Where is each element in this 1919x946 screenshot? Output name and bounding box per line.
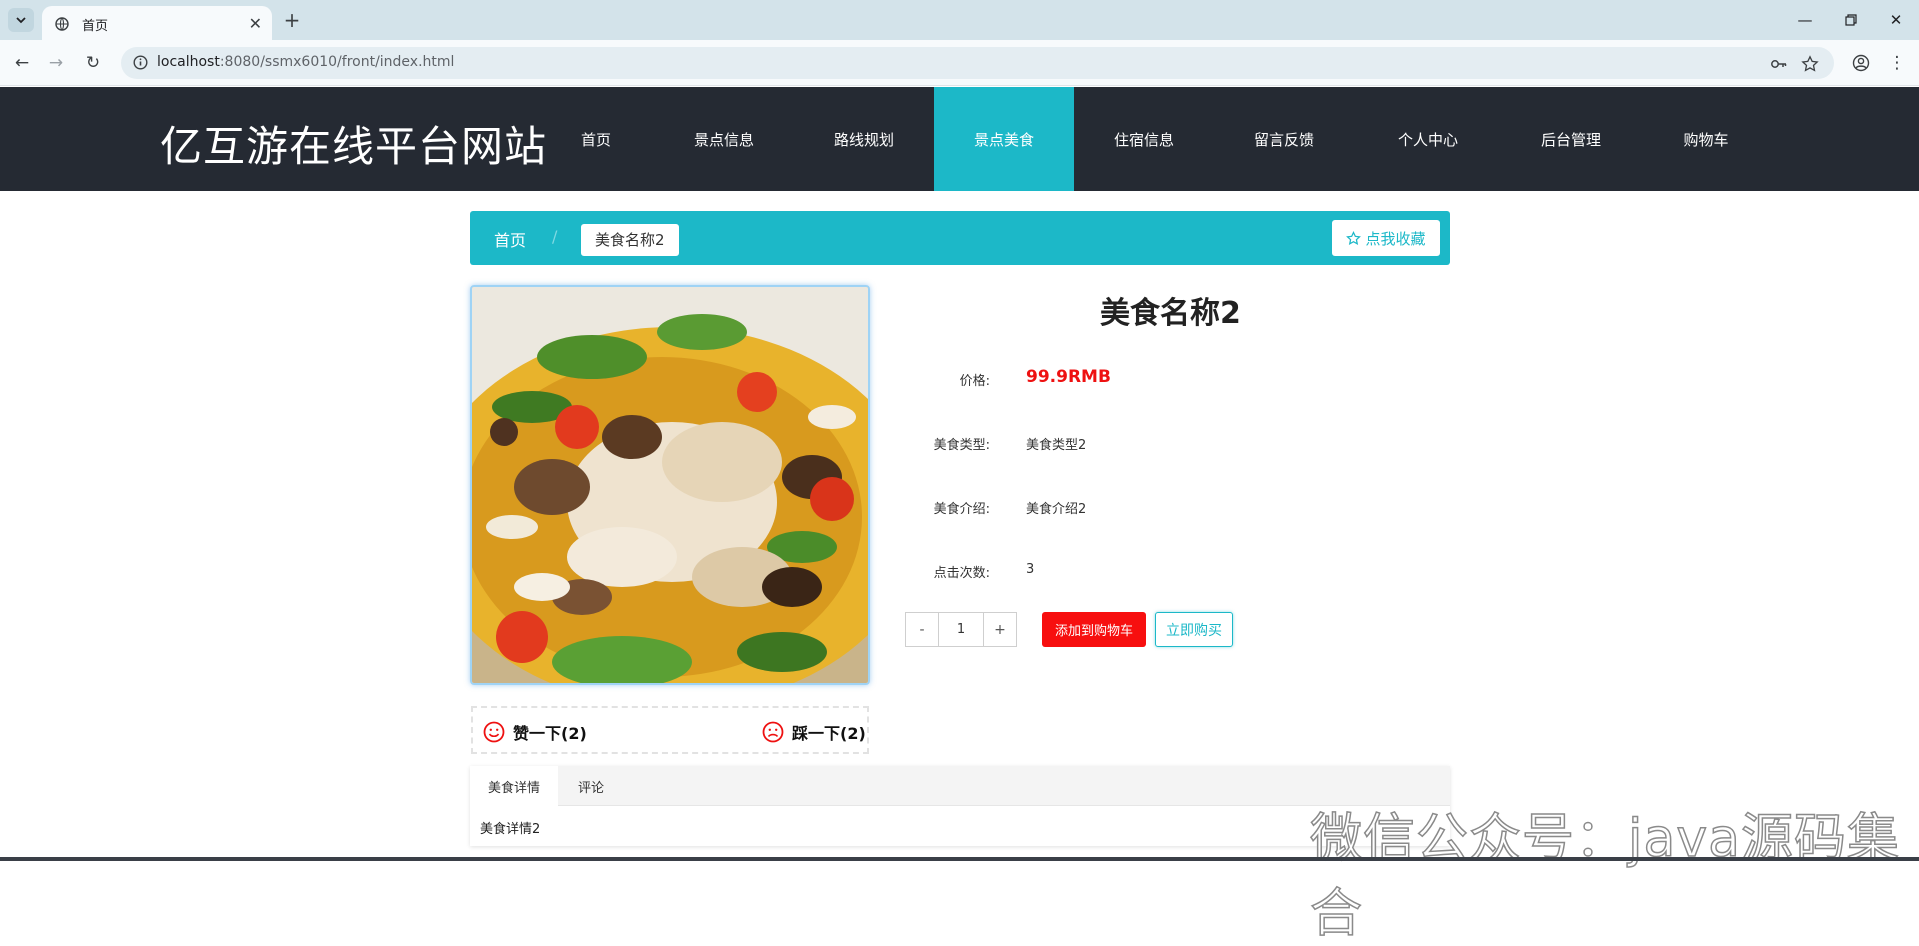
price-value: 99.9RMB	[1026, 367, 1111, 387]
frown-icon	[762, 721, 784, 743]
reload-icon[interactable]: ↻	[81, 51, 105, 75]
quantity-decrease-button[interactable]: -	[905, 612, 939, 647]
clicks-value: 3	[1026, 562, 1035, 577]
browser-toolbar: ← → ↻ localhost:8080/ssmx6010/front/inde…	[0, 40, 1919, 86]
detail-tab-panel: 美食详情 评论 美食详情2	[470, 766, 1450, 846]
nav-routes[interactable]: 路线规划	[818, 87, 910, 191]
site-brand: 亿互游在线平台网站	[160, 122, 548, 171]
smile-icon	[483, 721, 505, 743]
favorite-label: 点我收藏	[1365, 229, 1426, 248]
vote-box: 赞一下(2) 踩一下(2)	[471, 706, 869, 754]
nav-attractions[interactable]: 景点信息	[678, 87, 770, 191]
product-title: 美食名称2	[1100, 296, 1241, 331]
price-label: 价格:	[959, 374, 990, 389]
bookmark-star-icon[interactable]	[1801, 55, 1819, 73]
back-icon[interactable]: ←	[10, 51, 34, 75]
close-window-icon[interactable]: ✕	[1876, 6, 1916, 34]
restore-icon[interactable]	[1831, 6, 1871, 34]
dislike-label: 踩一下(2)	[792, 724, 866, 743]
breadcrumb-current: 美食名称2	[581, 224, 679, 256]
product-image[interactable]	[470, 285, 870, 685]
intro-value: 美食介绍2	[1026, 502, 1087, 517]
clicks-label: 点击次数:	[933, 566, 990, 581]
url-path: :8080/ssmx6010/front/index.html	[219, 54, 455, 70]
watermark-text: 微信公众号：java源码集合	[1309, 808, 1900, 945]
tab-food-details[interactable]: 美食详情	[470, 766, 559, 807]
site-info-icon[interactable]	[133, 55, 148, 74]
breadcrumb: 首页 / 美食名称2 点我收藏	[470, 211, 1450, 265]
quantity-stepper: - 1 +	[905, 612, 1017, 647]
site-header: 亿互游在线平台网站 首页 景点信息 路线规划 景点美食 住宿信息 留言反馈 个人…	[0, 87, 1919, 191]
breadcrumb-separator: /	[552, 227, 558, 246]
favorite-button[interactable]: 点我收藏	[1332, 220, 1440, 256]
browser-tabstrip: 首页 ✕ + — ✕	[0, 0, 1919, 40]
buy-now-button[interactable]: 立即购买	[1155, 612, 1233, 647]
tab-comments[interactable]: 评论	[560, 766, 622, 807]
password-key-icon[interactable]	[1770, 55, 1788, 73]
quantity-increase-button[interactable]: +	[983, 612, 1017, 647]
chevron-down-icon	[16, 17, 26, 24]
breadcrumb-home[interactable]: 首页	[494, 227, 526, 251]
new-tab-icon[interactable]: +	[280, 8, 304, 32]
forward-icon[interactable]: →	[44, 51, 68, 75]
nav-lodging[interactable]: 住宿信息	[1098, 87, 1190, 191]
nav-admin[interactable]: 后台管理	[1525, 87, 1617, 191]
type-label: 美食类型:	[933, 438, 990, 453]
url-host: localhost	[157, 54, 220, 70]
profile-icon[interactable]	[1849, 51, 1873, 75]
like-label: 赞一下(2)	[513, 724, 587, 743]
globe-icon	[55, 16, 69, 35]
browser-tab[interactable]: 首页 ✕	[42, 6, 272, 40]
url-text: localhost:8080/ssmx6010/front/index.html	[157, 54, 454, 70]
detail-tab-header: 美食详情 评论	[470, 766, 1450, 807]
address-bar[interactable]: localhost:8080/ssmx6010/front/index.html	[121, 47, 1834, 79]
like-button[interactable]: 赞一下(2)	[483, 720, 587, 744]
minimize-icon[interactable]: —	[1785, 6, 1825, 34]
kebab-menu-icon[interactable]: ⋮	[1885, 51, 1909, 75]
bottom-divider	[0, 857, 1919, 861]
tab-search-button[interactable]	[8, 8, 34, 32]
nav-food[interactable]: 景点美食	[934, 87, 1074, 191]
intro-label: 美食介绍:	[933, 502, 990, 517]
nav-profile[interactable]: 个人中心	[1382, 87, 1474, 191]
nav-feedback[interactable]: 留言反馈	[1238, 87, 1330, 191]
tab-title: 首页	[82, 19, 109, 34]
type-value: 美食类型2	[1026, 438, 1087, 453]
nav-cart[interactable]: 购物车	[1660, 87, 1752, 191]
detail-tab-content: 美食详情2	[480, 822, 541, 837]
food-photo	[472, 287, 868, 683]
nav-home[interactable]: 首页	[550, 87, 642, 191]
star-outline-icon	[1346, 230, 1362, 245]
dislike-button[interactable]: 踩一下(2)	[762, 720, 866, 744]
close-tab-icon[interactable]: ✕	[249, 14, 262, 33]
quantity-input[interactable]: 1	[939, 612, 983, 647]
add-to-cart-button[interactable]: 添加到购物车	[1042, 612, 1146, 647]
